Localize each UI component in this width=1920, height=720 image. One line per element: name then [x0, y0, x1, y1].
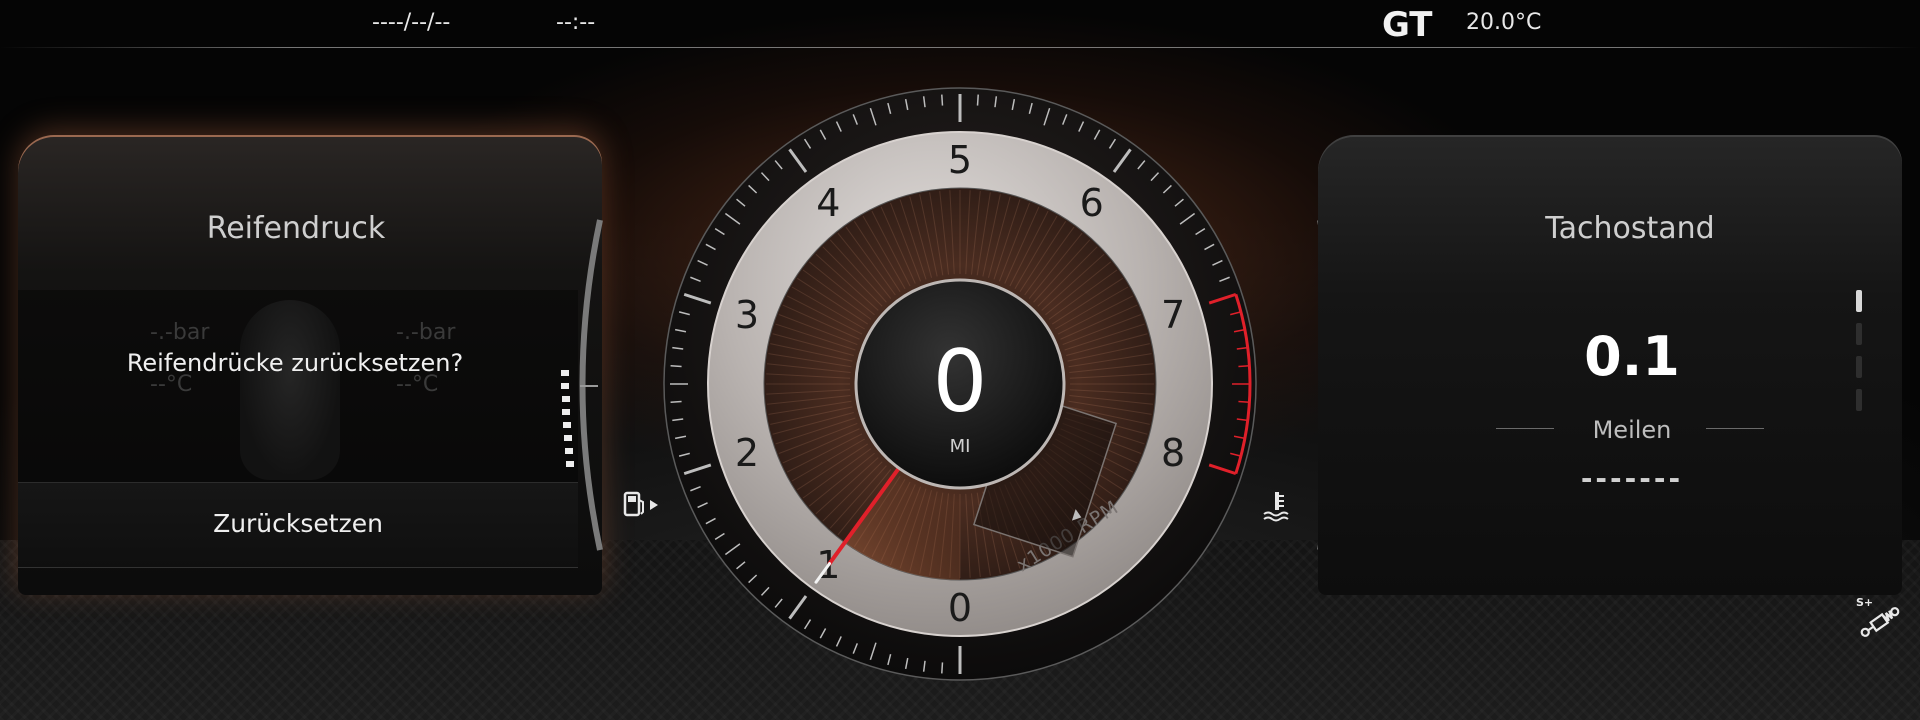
outside-temperature: 20.0°C	[1466, 10, 1542, 35]
rpm-label-8: 8	[1161, 431, 1185, 475]
page-dot	[1856, 290, 1862, 312]
rpm-label-2: 2	[735, 431, 759, 475]
status-bar-divider	[0, 47, 1920, 48]
rpm-label-4: 4	[816, 181, 840, 225]
odometer-unit: Meilen	[1592, 416, 1672, 444]
redline-tick	[1238, 365, 1250, 368]
panel-title: Tachostand	[1545, 211, 1715, 246]
clock-display: --:--	[556, 10, 596, 35]
date-display: ----/--/--	[372, 10, 451, 35]
odometer-secondary-value: -------	[1580, 462, 1684, 495]
speed-value: 0	[933, 332, 988, 432]
page-dot	[1856, 389, 1862, 411]
page-dot	[1856, 323, 1862, 345]
reset-button-label: Zurücksetzen	[213, 509, 383, 538]
redline-tick	[1238, 400, 1250, 403]
suspension-sport-plus-icon: S+	[1856, 596, 1900, 637]
car-silhouette	[240, 300, 340, 480]
rpm-label-6: 6	[1080, 181, 1104, 225]
rpm-label-7: 7	[1161, 293, 1185, 337]
tachometer: 012345678 x1000 RPM 0 MI	[663, 87, 1257, 681]
drive-mode-indicator: GT	[1382, 5, 1433, 45]
rpm-label-5: 5	[948, 138, 972, 182]
tire-pressure-front-left: -.-bar	[150, 320, 210, 345]
status-bar: ----/--/-- --:-- GT 20.0°C	[0, 0, 1920, 48]
instrument-cluster: ----/--/-- --:-- GT 20.0°C Reifendruck -…	[0, 0, 1920, 720]
page-indicator	[1856, 290, 1862, 422]
speed-unit: MI	[950, 436, 971, 457]
scale-tick	[670, 400, 682, 403]
page-dot	[1856, 356, 1862, 378]
suspension-badge: S+	[1856, 596, 1873, 609]
panel-title: Reifendruck	[206, 211, 386, 246]
rpm-label-0: 0	[948, 586, 972, 630]
fuel-level-gauge	[561, 219, 603, 551]
scale-tick	[670, 365, 682, 368]
reset-button[interactable]: Zurücksetzen	[18, 482, 578, 568]
scale-tick	[976, 94, 979, 106]
scale-tick	[941, 94, 944, 106]
odometer-value: 0.1	[1584, 325, 1680, 388]
tire-pressure-front-right: -.-bar	[396, 320, 456, 345]
divider-line	[1706, 428, 1764, 429]
rpm-label-3: 3	[735, 293, 759, 337]
scale-tick	[941, 662, 944, 674]
reset-confirmation-text: Reifendrücke zurücksetzen?	[126, 349, 464, 377]
fuel-pump-icon	[623, 491, 658, 517]
coolant-temperature-icon	[1263, 492, 1289, 522]
